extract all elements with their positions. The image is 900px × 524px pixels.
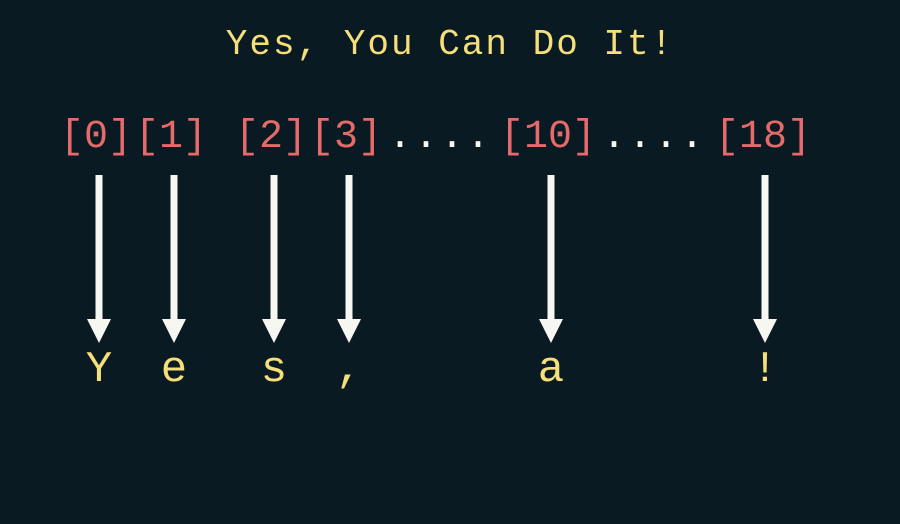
char-0: Y — [79, 345, 119, 395]
dots-2: .... — [602, 115, 706, 160]
arrow-2 — [259, 175, 289, 345]
char-1: e — [154, 345, 194, 395]
index-2: [2] — [235, 115, 307, 160]
char-18: ! — [745, 345, 785, 395]
arrow-10 — [536, 175, 566, 345]
index-1: [1] — [135, 115, 207, 160]
arrow-18 — [750, 175, 780, 345]
char-2: s — [254, 345, 294, 395]
arrow-0 — [84, 175, 114, 345]
index-18: [18] — [715, 115, 811, 160]
index-row: [0] [1] [2] [3] .... [10] .... [18] — [0, 115, 900, 165]
index-3: [3] — [310, 115, 382, 160]
arrow-3 — [334, 175, 364, 345]
arrow-1 — [159, 175, 189, 345]
char-3: , — [329, 345, 369, 395]
char-row: Y e s , a ! — [0, 345, 900, 405]
dots-1: .... — [388, 115, 492, 160]
arrow-row — [0, 165, 900, 345]
char-10: a — [531, 345, 571, 395]
index-0: [0] — [60, 115, 132, 160]
index-10: [10] — [500, 115, 596, 160]
diagram-title: Yes, You Can Do It! — [0, 24, 900, 65]
